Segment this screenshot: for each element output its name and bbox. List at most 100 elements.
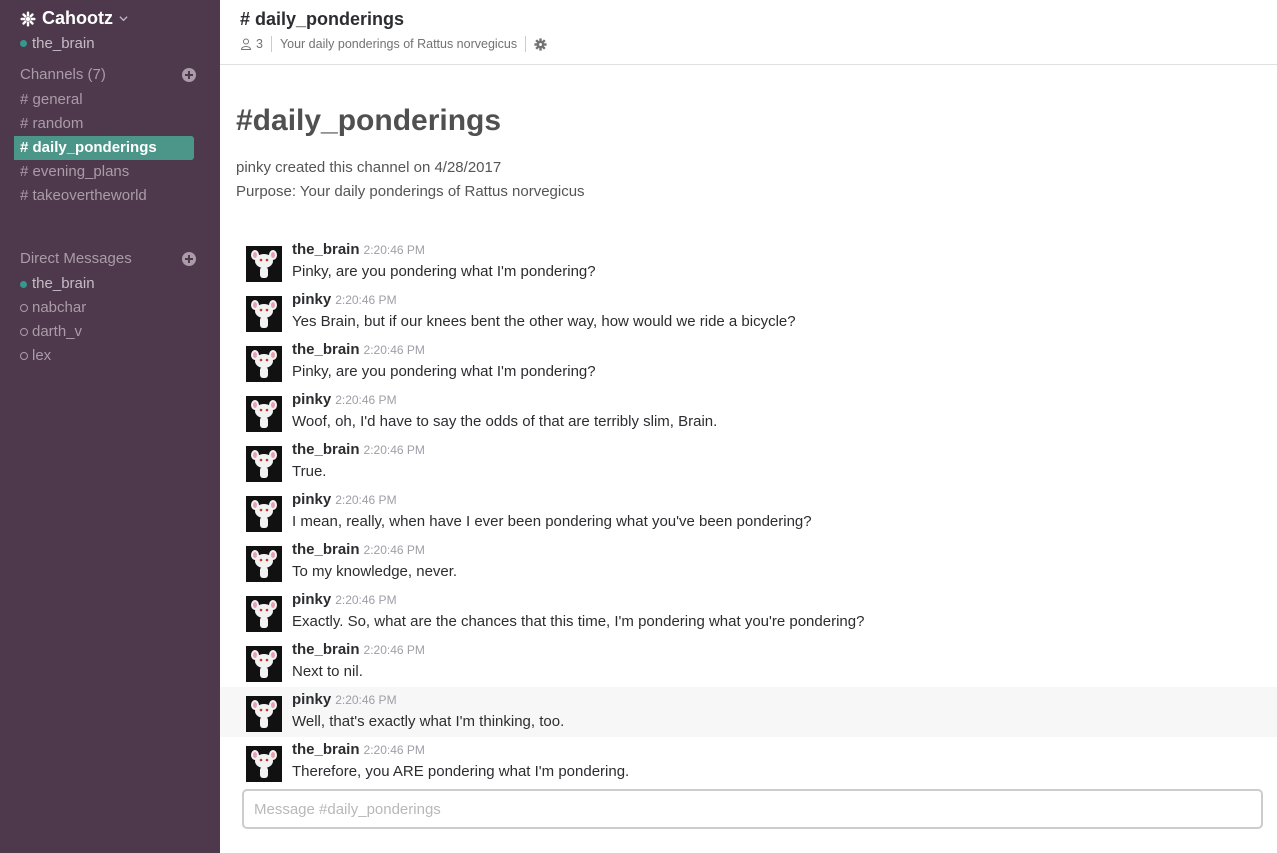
message-text: Well, that's exactly what I'm thinking, … (292, 713, 565, 730)
avatar[interactable] (246, 696, 282, 732)
current-user[interactable]: the_brain (20, 35, 95, 52)
channel-purpose-line: Purpose: Your daily ponderings of Rattus… (236, 183, 585, 200)
cog-flower-logo-icon (20, 11, 36, 26)
message-timestamp[interactable]: 2:20:46 PM (364, 243, 425, 257)
chevron-down-icon (119, 16, 128, 22)
message-text: Exactly. So, what are the chances that t… (292, 613, 865, 630)
dm-label: darth_v (32, 323, 83, 340)
sidebar-dm-darth-v[interactable]: darth_v (20, 320, 82, 344)
message-author[interactable]: the_brain 2:20:46 PM (292, 241, 425, 258)
message-author[interactable]: pinky 2:20:46 PM (292, 291, 397, 308)
author-name[interactable]: the_brain (292, 241, 360, 258)
author-name[interactable]: pinky (292, 291, 331, 308)
dm-label: nabchar (32, 299, 87, 316)
channel-header: # daily_ponderings 3 Your daily ponderin… (220, 0, 1277, 65)
message-row[interactable]: the_brain 2:20:46 PM Next to nil. (220, 637, 1277, 687)
message-author[interactable]: pinky 2:20:46 PM (292, 691, 397, 708)
author-name[interactable]: pinky (292, 391, 331, 408)
avatar[interactable] (246, 346, 282, 382)
message-row[interactable]: the_brain 2:20:46 PM Pinky, are you ponder… (220, 337, 1277, 387)
presence-active-icon (20, 40, 27, 47)
message-author[interactable]: pinky 2:20:46 PM (292, 391, 397, 408)
member-count[interactable]: 3 (256, 37, 263, 51)
sidebar-channel-general[interactable]: # general (20, 88, 83, 112)
author-name[interactable]: the_brain (292, 441, 360, 458)
sidebar-channel-takeovertheworld[interactable]: # takeovertheworld (20, 184, 147, 208)
team-menu[interactable]: Cahootz (20, 8, 128, 29)
message-row[interactable]: the_brain 2:20:46 PM True. (220, 437, 1277, 487)
message-timestamp[interactable]: 2:20:46 PM (335, 593, 396, 607)
message-row[interactable]: pinky 2:20:46 PM Well, that's exactly what… (220, 687, 1277, 737)
dm-label: the_brain (32, 275, 95, 292)
author-name[interactable]: pinky (292, 491, 331, 508)
sidebar-dm-nabchar[interactable]: nabchar (20, 296, 86, 320)
message-text: Yes Brain, but if our knees bent the oth… (292, 313, 796, 330)
author-name[interactable]: the_brain (292, 641, 360, 658)
avatar[interactable] (246, 446, 282, 482)
message-input[interactable] (244, 791, 1261, 827)
avatar[interactable] (246, 746, 282, 782)
avatar[interactable] (246, 396, 282, 432)
message-author[interactable]: the_brain 2:20:46 PM (292, 341, 425, 358)
message-row[interactable]: pinky 2:20:46 PM Yes Brain, but if our kne… (220, 287, 1277, 337)
avatar[interactable] (246, 546, 282, 582)
message-timestamp[interactable]: 2:20:46 PM (364, 743, 425, 757)
gear-icon[interactable] (534, 37, 547, 51)
message-timestamp[interactable]: 2:20:46 PM (364, 543, 425, 557)
author-name[interactable]: the_brain (292, 541, 360, 558)
message-author[interactable]: the_brain 2:20:46 PM (292, 741, 425, 758)
channel-created-line: pinky created this channel on 4/28/2017 (236, 159, 502, 176)
avatar[interactable] (246, 596, 282, 632)
message-text: Pinky, are you pondering what I'm ponder… (292, 363, 596, 380)
author-name[interactable]: the_brain (292, 741, 360, 758)
message-author[interactable]: pinky 2:20:46 PM (292, 491, 397, 508)
message-timestamp[interactable]: 2:20:46 PM (364, 643, 425, 657)
add-dm-icon[interactable] (182, 251, 196, 266)
message-row[interactable]: the_brain 2:20:46 PM Pinky, are you ponder… (220, 237, 1277, 287)
presence-away-icon (20, 304, 28, 312)
avatar[interactable] (246, 246, 282, 282)
author-name[interactable]: the_brain (292, 341, 360, 358)
message-timestamp[interactable]: 2:20:46 PM (335, 393, 396, 407)
sidebar-channel-evening-plans[interactable]: # evening_plans (20, 160, 129, 184)
sidebar-dm-the-brain[interactable]: the_brain (20, 272, 95, 296)
message-timestamp[interactable]: 2:20:46 PM (335, 693, 396, 707)
channel-title[interactable]: # daily_ponderings (240, 9, 404, 30)
message-timestamp[interactable]: 2:20:46 PM (364, 343, 425, 357)
message-row[interactable]: pinky 2:20:46 PM Woof, oh, I'd have to say… (220, 387, 1277, 437)
message-author[interactable]: pinky 2:20:46 PM (292, 591, 397, 608)
message-timestamp[interactable]: 2:20:46 PM (364, 443, 425, 457)
author-name[interactable]: pinky (292, 591, 331, 608)
add-channel-icon[interactable] (182, 67, 196, 82)
sidebar-channel-daily-ponderings[interactable]: # daily_ponderings (14, 136, 194, 160)
message-author[interactable]: the_brain 2:20:46 PM (292, 441, 425, 458)
sidebar-channel-random[interactable]: # random (20, 112, 83, 136)
avatar[interactable] (246, 496, 282, 532)
message-row[interactable]: pinky 2:20:46 PM I mean, really, when have… (220, 487, 1277, 537)
author-name[interactable]: pinky (292, 691, 331, 708)
sidebar-dm-lex[interactable]: lex (20, 344, 51, 368)
message-author[interactable]: the_brain 2:20:46 PM (292, 541, 425, 558)
member-icon[interactable] (240, 38, 252, 50)
message-row[interactable]: the_brain 2:20:46 PM To my knowledge, neve… (220, 537, 1277, 587)
message-row[interactable]: the_brain 2:20:46 PM Therefore, you ARE po… (220, 737, 1277, 787)
presence-away-icon (20, 328, 28, 336)
message-author[interactable]: the_brain 2:20:46 PM (292, 641, 425, 658)
channel-purpose[interactable]: Your daily ponderings of Rattus norvegic… (280, 37, 517, 51)
avatar[interactable] (246, 646, 282, 682)
dm-label: lex (32, 347, 52, 364)
channel-label: evening_plans (32, 163, 130, 180)
dms-heading: Direct Messages (20, 250, 132, 267)
message-timestamp[interactable]: 2:20:46 PM (335, 293, 396, 307)
channels-heading: Channels (7) (20, 66, 106, 83)
channel-label: general (32, 91, 83, 108)
message-text: Woof, oh, I'd have to say the odds of th… (292, 413, 718, 430)
avatar[interactable] (246, 296, 282, 332)
current-user-name: the_brain (32, 35, 95, 52)
team-name: Cahootz (42, 8, 113, 28)
channel-label: takeovertheworld (32, 187, 147, 204)
channels-header[interactable]: Channels (7) (20, 66, 196, 83)
direct-messages-header[interactable]: Direct Messages (20, 250, 196, 267)
message-row[interactable]: pinky 2:20:46 PM Exactly. So, what are the… (220, 587, 1277, 637)
message-timestamp[interactable]: 2:20:46 PM (335, 493, 396, 507)
